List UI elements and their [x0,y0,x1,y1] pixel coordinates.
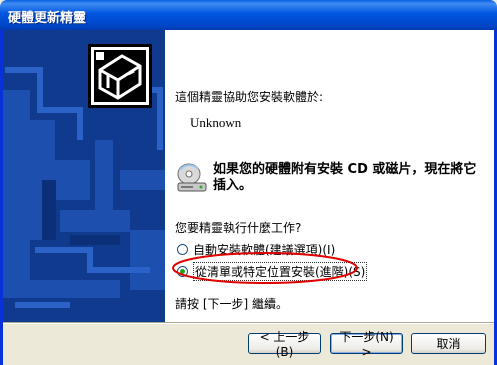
hardware-update-wizard-window: 硬體更新精靈 這個精靈協助您安裝軟體於: Unknown 如果您的硬體附有安裝 … [0,0,497,365]
insert-cd-prompt: 如果您的硬體附有安裝 CD 或磁片，現在將它插入。 [213,162,477,193]
back-button[interactable]: < 上一步(B) [248,330,321,359]
cd-drive-icon [177,163,207,192]
window-border-left [0,30,3,365]
wizard-side-banner [0,30,165,323]
task-question: 您要精靈執行什麼工作? [175,221,302,235]
red-highlight-ellipse [172,252,358,284]
intro-text: 這個精靈協助您安裝軟體於: [175,90,324,104]
continue-instruction: 請按 [下一步] 繼續。 [175,297,288,311]
cancel-button[interactable]: 取消 [411,333,486,354]
next-button[interactable]: 下一步(N) > [330,330,403,359]
window-title: 硬體更新精靈 [8,11,87,26]
title-bar[interactable]: 硬體更新精靈 [0,0,497,30]
device-name: Unknown [190,115,242,130]
wizard-banner-art [0,30,165,323]
